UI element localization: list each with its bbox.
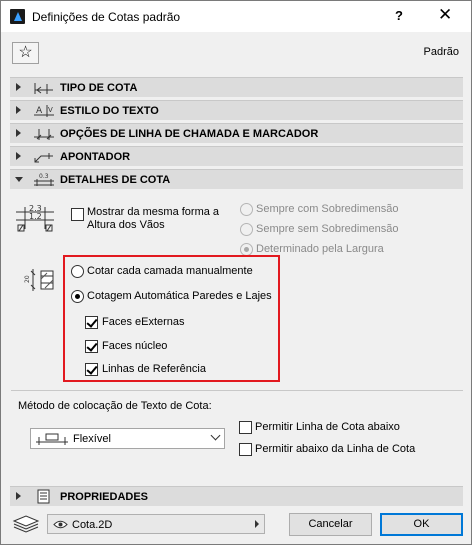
cotar-manual-label: Cotar cada camada manualmente	[87, 265, 253, 277]
sempre-com-radio[interactable]	[240, 203, 253, 216]
archicad-app-icon	[10, 9, 25, 24]
permitir-abaixo-checkbox[interactable]	[239, 421, 252, 434]
metodo-selected-value: Flexível	[73, 433, 111, 445]
icon-bottom-value: 1.2	[29, 212, 42, 221]
panel-detalhes-de-cota[interactable]: 0.3 DETALHES DE COTA	[10, 169, 463, 189]
divider	[11, 390, 463, 391]
panel-label: TIPO DE COTA	[60, 82, 138, 94]
metodo-select[interactable]: Flexível	[30, 428, 225, 449]
expand-arrow-icon	[16, 152, 21, 160]
close-button[interactable]: ✕	[438, 5, 452, 25]
panel-label: APONTADOR	[60, 151, 131, 163]
dimension-details-icon: 0.3	[33, 172, 55, 187]
eye-icon	[53, 519, 68, 530]
ok-button[interactable]: OK	[380, 513, 463, 536]
sempre-com-label: Sempre com Sobredimensão	[256, 203, 399, 215]
panel-propriedades[interactable]: PROPRIEDADES	[10, 486, 463, 506]
svg-text:V: V	[48, 106, 53, 114]
panel-label: OPÇÕES DE LINHA DE CHAMADA E MARCADOR	[60, 128, 319, 140]
mesma-forma-checkbox[interactable]	[71, 208, 84, 221]
popup-arrow-icon	[255, 520, 259, 528]
permitir-abaixo-label: Permitir Linha de Cota abaixo	[255, 421, 400, 433]
faces-nucleo-label: Faces núcleo	[102, 340, 168, 352]
panel-label: DETALHES DE COTA	[60, 174, 171, 186]
panel-label: PROPRIEDADES	[60, 491, 149, 503]
mesma-forma-label-2: Altura dos Vãos	[87, 219, 165, 231]
permitir-abaixo-da-label: Permitir abaixo da Linha de Cota	[255, 443, 416, 455]
panel-opcoes-linha-chamada[interactable]: OPÇÕES DE LINHA DE CHAMADA E MARCADOR	[10, 123, 463, 143]
cotagem-auto-label: Cotagem Automática Paredes e Lajes	[87, 290, 272, 302]
panel-tipo-de-cota[interactable]: TIPO DE COTA	[10, 77, 463, 97]
help-button[interactable]: ?	[395, 8, 403, 23]
layer-icon-number: 20	[24, 275, 31, 283]
panel-apontador[interactable]: APONTADOR	[10, 146, 463, 166]
sempre-sem-label: Sempre sem Sobredimensão	[256, 223, 399, 235]
witness-line-icon	[33, 126, 55, 141]
chevron-down-icon	[210, 430, 221, 441]
svg-text:0.3: 0.3	[39, 173, 49, 180]
determinado-label: Determinado pela Largura	[256, 243, 384, 255]
favorites-star-button[interactable]: ☆	[12, 42, 39, 64]
expand-arrow-icon	[16, 83, 21, 91]
dialog-window: Definições de Cotas padrão ? ✕ ☆ Padrão …	[0, 0, 472, 545]
expand-arrow-icon	[16, 492, 21, 500]
layer-dimension-icon: 20	[23, 267, 57, 293]
layers-stack-icon	[12, 515, 40, 533]
cotar-manual-radio[interactable]	[71, 265, 84, 278]
faces-externas-label: Faces eExternas	[102, 316, 185, 328]
opening-dimension-icon: 2.3 1.2	[16, 203, 56, 233]
pointer-icon	[33, 149, 55, 164]
panel-estilo-do-texto[interactable]: AV ESTILO DO TEXTO	[10, 100, 463, 120]
permitir-abaixo-da-checkbox[interactable]	[239, 443, 252, 456]
dimension-type-icon	[33, 80, 55, 95]
faces-nucleo-checkbox[interactable]	[85, 340, 98, 353]
flexible-placement-icon	[36, 433, 68, 445]
expand-arrow-icon	[16, 106, 21, 114]
text-style-icon: AV	[33, 103, 55, 118]
faces-externas-checkbox[interactable]	[85, 316, 98, 329]
sempre-sem-radio[interactable]	[240, 223, 253, 236]
panel-label: ESTILO DO TEXTO	[60, 105, 159, 117]
mesma-forma-label-1: Mostrar da mesma forma a	[87, 206, 220, 218]
properties-icon	[33, 489, 55, 504]
cotagem-auto-radio[interactable]	[71, 290, 84, 303]
expand-arrow-icon	[16, 129, 21, 137]
layer-popup[interactable]: Cota.2D	[47, 514, 265, 534]
preset-name: Padrão	[423, 46, 459, 58]
linhas-referencia-label: Linhas de Referência	[102, 363, 206, 375]
cancel-button[interactable]: Cancelar	[289, 513, 372, 536]
title-bar: Definições de Cotas padrão ? ✕	[1, 1, 471, 32]
metodo-label: Método de colocação de Texto de Cota:	[18, 400, 212, 412]
layer-name: Cota.2D	[72, 519, 113, 531]
dialog-title: Definições de Cotas padrão	[32, 10, 181, 24]
collapse-arrow-icon	[15, 177, 23, 182]
linhas-referencia-checkbox[interactable]	[85, 363, 98, 376]
